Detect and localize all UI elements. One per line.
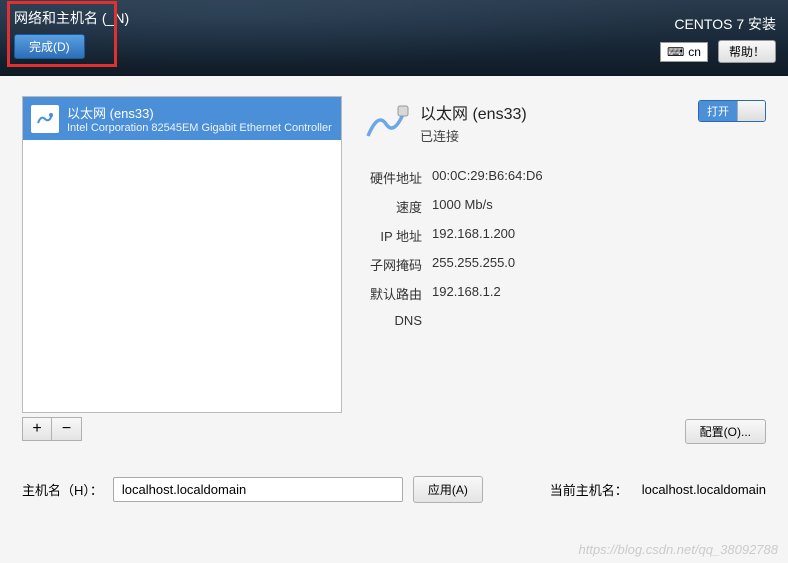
detail-label: IP 地址: [362, 226, 422, 245]
keyboard-icon: ⌨: [667, 45, 684, 59]
device-item[interactable]: 以太网 (ens33) Intel Corporation 82545EM Gi…: [23, 97, 341, 140]
ethernet-large-icon: [362, 100, 410, 148]
content-area: 以太网 (ens33) Intel Corporation 82545EM Gi…: [0, 76, 788, 451]
hostname-row: 主机名（H）： 应用(A) 当前主机名： localhost.localdoma…: [22, 476, 766, 503]
installer-title: CENTOS 7 安装: [674, 14, 776, 34]
detail-label: 默认路由: [362, 284, 422, 303]
detail-value: 255.255.255.0: [432, 255, 515, 274]
detail-row: 默认路由 192.168.1.2: [362, 284, 766, 303]
device-desc: Intel Corporation 82545EM Gigabit Ethern…: [67, 122, 333, 134]
current-hostname-label: 当前主机名：: [550, 480, 628, 499]
done-button[interactable]: 完成(D): [14, 34, 85, 59]
keyboard-indicator[interactable]: ⌨ cn: [660, 42, 708, 62]
detail-value: 1000 Mb/s: [432, 197, 493, 216]
apply-button[interactable]: 应用(A): [413, 476, 483, 503]
detail-label: 速度: [362, 197, 422, 216]
hostname-label: 主机名（H）：: [22, 480, 103, 499]
detail-label: 硬件地址: [362, 168, 422, 187]
detail-value: 192.168.1.2: [432, 284, 501, 303]
remove-device-button[interactable]: −: [52, 417, 82, 441]
current-hostname-value: localhost.localdomain: [642, 482, 766, 497]
device-list[interactable]: 以太网 (ens33) Intel Corporation 82545EM Gi…: [22, 96, 342, 413]
detail-value: 192.168.1.200: [432, 226, 515, 245]
detail-row: 子网掩码 255.255.255.0: [362, 255, 766, 274]
connection-toggle[interactable]: 打开: [698, 100, 766, 122]
detail-row: 硬件地址 00:0C:29:B6:64:D6: [362, 168, 766, 187]
detail-label: 子网掩码: [362, 255, 422, 274]
watermark: https://blog.csdn.net/qq_38092788: [579, 542, 779, 557]
detail-row: IP 地址 192.168.1.200: [362, 226, 766, 245]
configure-button[interactable]: 配置(O)...: [685, 419, 766, 444]
help-button[interactable]: 帮助！: [718, 40, 776, 63]
detail-row: 速度 1000 Mb/s: [362, 197, 766, 216]
detail-value: 00:0C:29:B6:64:D6: [432, 168, 543, 187]
toggle-knob: [737, 101, 765, 121]
device-name: 以太网 (ens33): [67, 103, 333, 122]
connection-title: 以太网 (ens33): [420, 100, 688, 124]
detail-row: DNS: [362, 313, 766, 328]
keyboard-layout: cn: [688, 45, 701, 59]
hostname-input[interactable]: [113, 477, 403, 502]
add-device-button[interactable]: +: [22, 417, 52, 441]
detail-label: DNS: [362, 313, 422, 328]
toggle-label: 打开: [699, 101, 737, 121]
connection-status: 已连接: [420, 126, 688, 145]
connection-details: 硬件地址 00:0C:29:B6:64:D6 速度 1000 Mb/s IP 地址 192…: [362, 168, 766, 328]
header-bar: 网络和主机名 (_N) 完成(D) CENTOS 7 安装 ⌨ cn 帮助！: [0, 0, 788, 76]
ethernet-icon: [31, 105, 59, 133]
